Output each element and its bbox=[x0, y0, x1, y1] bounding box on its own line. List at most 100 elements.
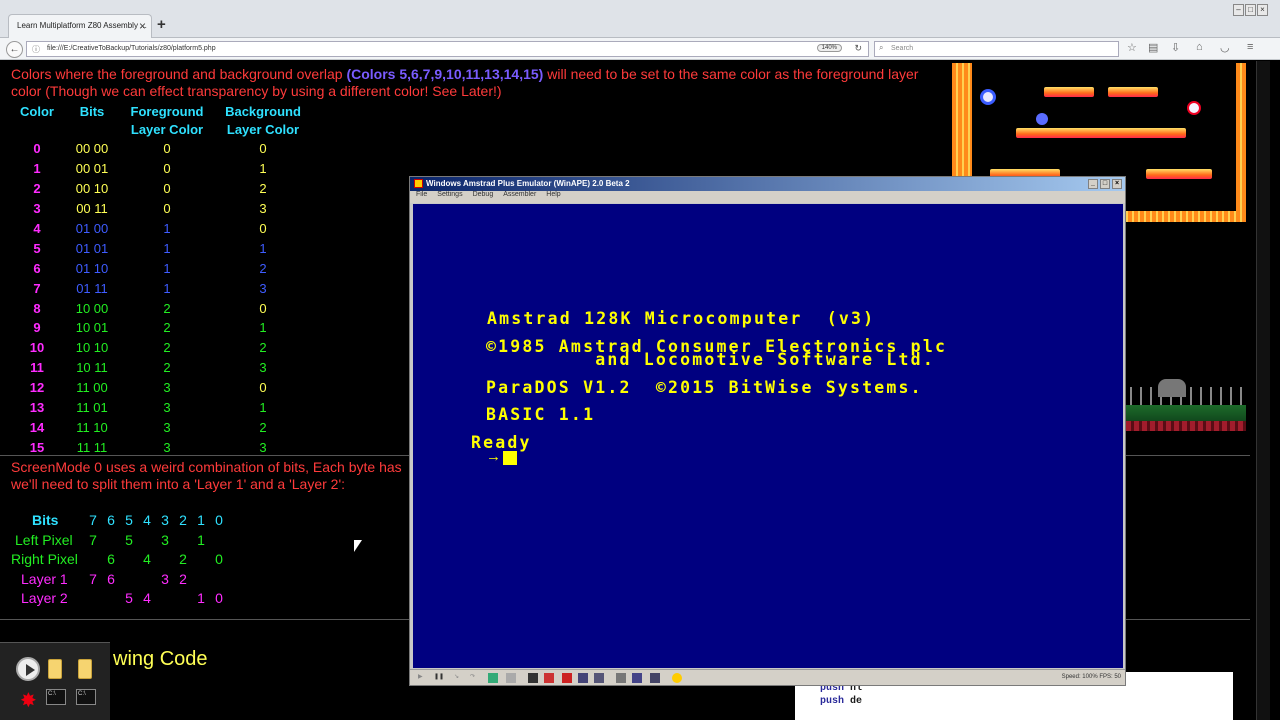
folder-icon[interactable] bbox=[48, 659, 62, 679]
amstrad-screen[interactable]: Amstrad 128K Microcomputer (v3) ©1985 Am… bbox=[413, 204, 1123, 668]
pause-icon[interactable]: ❚❚ bbox=[434, 673, 444, 683]
tool-icon[interactable] bbox=[616, 673, 626, 683]
bit-header-cell: 1 bbox=[197, 512, 205, 528]
step-icon[interactable]: ↘ bbox=[454, 673, 464, 683]
tab-title: Learn Multiplatform Z80 Assembly ... bbox=[17, 21, 147, 30]
step-over-icon[interactable]: ↷ bbox=[470, 673, 480, 683]
tab-close-icon[interactable]: × bbox=[139, 19, 146, 33]
disc-icon[interactable] bbox=[562, 673, 572, 683]
table-cell-foreground: 0 bbox=[163, 201, 171, 217]
download-icon[interactable]: ⇩ bbox=[1171, 41, 1180, 54]
info-icon[interactable]: ⓘ bbox=[32, 44, 40, 55]
table-cell-background: 2 bbox=[259, 419, 267, 435]
save-icon[interactable] bbox=[528, 673, 538, 683]
emulator-menu-item[interactable]: File bbox=[416, 191, 427, 198]
menu-icon[interactable]: ≡ bbox=[1247, 41, 1253, 53]
home-icon[interactable]: ⌂ bbox=[1196, 41, 1203, 53]
table-cell-color: 7 bbox=[33, 280, 41, 296]
table-cell-foreground: 3 bbox=[163, 380, 171, 396]
screenmode-paragraph: ScreenMode 0 uses a weird combination of… bbox=[11, 459, 411, 493]
table-cell-bits: 11 10 bbox=[76, 419, 108, 435]
emu-close-button[interactable]: × bbox=[1112, 179, 1122, 189]
terminal-icon[interactable]: C:\ bbox=[76, 689, 96, 705]
terminal-icon[interactable]: C:\ bbox=[46, 689, 66, 705]
browser-tab[interactable]: Learn Multiplatform Z80 Assembly ... × bbox=[8, 14, 152, 38]
table-cell-foreground: 2 bbox=[163, 360, 171, 376]
tool-icon[interactable] bbox=[650, 673, 660, 683]
media-player-icon[interactable] bbox=[16, 657, 40, 681]
emulator-menu-item[interactable]: Settings bbox=[437, 191, 462, 198]
app-star-icon[interactable]: ✸ bbox=[20, 688, 37, 713]
table-cell-bits: 11 00 bbox=[76, 380, 108, 396]
back-icon[interactable]: ← bbox=[6, 41, 23, 58]
header-color: Color bbox=[20, 104, 54, 119]
memory-icon[interactable] bbox=[578, 673, 588, 683]
table-cell-background: 1 bbox=[259, 400, 267, 416]
url-bar[interactable]: ⓘ file:///E:/CreativeToBackup/Tutorials/… bbox=[26, 41, 869, 57]
close-window-button[interactable]: × bbox=[1257, 4, 1268, 16]
bit-header-cell: 3 bbox=[161, 512, 169, 528]
table-cell-color: 9 bbox=[33, 320, 41, 336]
emulator-window[interactable]: Windows Amstrad Plus Emulator (WinAPE) 2… bbox=[409, 176, 1126, 686]
right-pixel-bit: 0 bbox=[215, 551, 223, 567]
emulator-menu-item[interactable]: Help bbox=[546, 191, 560, 198]
bookmark-star-icon[interactable]: ☆ bbox=[1127, 41, 1137, 54]
page-scrollbar[interactable] bbox=[1256, 61, 1270, 720]
debugger-icon[interactable] bbox=[594, 673, 604, 683]
search-icon: ⌕ bbox=[879, 43, 884, 52]
table-cell-color: 1 bbox=[33, 161, 41, 177]
folder-icon[interactable] bbox=[78, 659, 92, 679]
table-row: 14 11 10 3 2 bbox=[10, 417, 312, 437]
layer1-bit: 3 bbox=[161, 570, 169, 587]
color-layer-table: Color Bits Foreground Layer Color Backgr… bbox=[10, 103, 312, 457]
palette-icon[interactable] bbox=[488, 673, 498, 683]
graveyard-fence-image bbox=[1130, 387, 1245, 407]
table-row: 8 10 00 2 0 bbox=[10, 298, 312, 318]
table-row: 4 01 00 1 0 bbox=[10, 219, 312, 239]
emulator-title-bar[interactable]: Windows Amstrad Plus Emulator (WinAPE) 2… bbox=[410, 177, 1125, 191]
table-row: 13 11 01 3 1 bbox=[10, 398, 312, 418]
help-icon[interactable] bbox=[672, 673, 682, 683]
reading-list-icon[interactable]: ▤ bbox=[1148, 41, 1158, 54]
play-icon[interactable]: ▶ bbox=[418, 673, 428, 683]
record-icon[interactable] bbox=[544, 673, 554, 683]
emu-maximize-button[interactable]: □ bbox=[1100, 179, 1110, 189]
tool-icon[interactable] bbox=[632, 673, 642, 683]
table-row: 5 01 01 1 1 bbox=[10, 238, 312, 258]
screen-line-4: ParaDOS V1.2 ©2015 BitWise Systems. bbox=[486, 378, 923, 397]
pocket-icon[interactable]: ◡ bbox=[1220, 41, 1230, 54]
table-cell-bits: 01 11 bbox=[76, 280, 108, 296]
emulator-menu-item[interactable]: Debug bbox=[473, 191, 494, 198]
table-cell-foreground: 3 bbox=[163, 400, 171, 416]
bit-header-cell: 4 bbox=[143, 512, 151, 528]
emulator-title: Windows Amstrad Plus Emulator (WinAPE) 2… bbox=[426, 179, 630, 188]
screen-line-5: BASIC 1.1 bbox=[486, 405, 596, 424]
layer2-bit: 0 bbox=[215, 590, 223, 606]
table-cell-bits: 10 01 bbox=[75, 320, 109, 336]
table-cell-foreground: 1 bbox=[163, 240, 171, 256]
table-row: 3 00 11 0 3 bbox=[10, 199, 312, 219]
layer2-label: Layer 2 bbox=[21, 590, 68, 606]
settings-icon[interactable] bbox=[506, 673, 516, 683]
table-cell-bits: 11 01 bbox=[76, 400, 108, 416]
search-input[interactable]: ⌕ Search bbox=[874, 41, 1119, 57]
intro-paragraph: Colors where the foreground and backgrou… bbox=[11, 66, 941, 100]
maximize-button[interactable]: □ bbox=[1245, 4, 1256, 16]
table-cell-color: 3 bbox=[33, 201, 41, 217]
table-cell-bits: 10 00 bbox=[75, 300, 109, 316]
new-tab-button[interactable]: + bbox=[157, 16, 166, 33]
left-pixel-bit: 1 bbox=[197, 531, 205, 548]
screen-line-3: and Locomotive Software Ltd. bbox=[486, 350, 935, 369]
table-row: 10 10 10 2 2 bbox=[10, 338, 312, 358]
minimize-button[interactable]: – bbox=[1233, 4, 1244, 16]
platform bbox=[1016, 128, 1186, 138]
table-cell-foreground: 1 bbox=[163, 221, 171, 236]
emulator-menu-item[interactable]: Assembler bbox=[503, 191, 536, 198]
emu-minimize-button[interactable]: _ bbox=[1088, 179, 1098, 189]
screen-line-ready: Ready bbox=[471, 433, 532, 452]
zoom-indicator[interactable]: 140% bbox=[816, 44, 842, 52]
table-row: 6 01 10 1 2 bbox=[10, 258, 312, 278]
table-cell-color: 0 bbox=[33, 141, 41, 157]
table-cell-background: 1 bbox=[259, 240, 267, 256]
reload-icon[interactable]: ↻ bbox=[854, 43, 862, 54]
